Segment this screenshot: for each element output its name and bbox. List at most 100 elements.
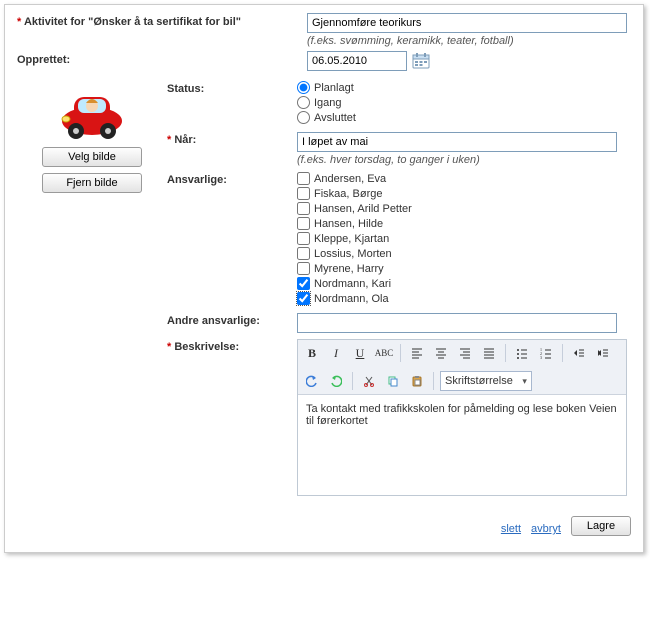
activity-row: * Aktivitet for "Ønsker å ta sertifikat …	[17, 13, 631, 47]
responsible-list: Andersen, Eva Fiskaa, Børge Hansen, Arild …	[297, 172, 631, 307]
other-responsible-value	[297, 313, 631, 333]
calendar-icon[interactable]	[412, 52, 430, 70]
activity-value-col: (f.eks. svømming, keramikk, teater, fotb…	[307, 13, 631, 47]
required-marker: *	[17, 16, 24, 28]
when-row: * Når: (f.eks. hver torsdag, to ganger i…	[167, 132, 631, 166]
form-column: Status: Planlagt Igang Avsluttet * Når: (f…	[167, 81, 631, 502]
save-button[interactable]: Lagre	[571, 516, 631, 536]
created-value-col	[307, 51, 631, 71]
status-options: Planlagt Igang Avsluttet	[297, 81, 631, 126]
when-hint: (f.eks. hver torsdag, to ganger i uken)	[297, 154, 631, 166]
delete-link[interactable]: slett	[501, 523, 521, 535]
activity-hint: (f.eks. svømming, keramikk, teater, fotb…	[307, 35, 631, 47]
responsible-item: Hansen, Hilde	[297, 217, 631, 230]
responsible-item: Lossius, Morten	[297, 247, 631, 260]
choose-image-button[interactable]: Velg bilde	[42, 147, 142, 167]
toolbar-separator	[505, 344, 506, 362]
when-label-text: Når:	[174, 134, 196, 146]
when-input[interactable]	[297, 132, 617, 152]
editor-body[interactable]: Ta kontakt med trafikkskolen for påmeldi…	[298, 395, 626, 495]
responsible-item: Nordmann, Kari	[297, 277, 631, 290]
created-row: Opprettet:	[17, 51, 631, 71]
image-column: Velg bilde Fjern bilde	[17, 81, 167, 502]
status-radio[interactable]	[297, 81, 310, 94]
responsible-item: Andersen, Eva	[297, 172, 631, 185]
activity-image	[52, 81, 132, 141]
align-left-button[interactable]	[407, 343, 427, 363]
cancel-link[interactable]: avbryt	[531, 523, 561, 535]
responsible-item: Myrene, Harry	[297, 262, 631, 275]
activity-form-panel: * Aktivitet for "Ønsker å ta sertifikat …	[4, 4, 644, 553]
responsible-checkbox[interactable]	[297, 217, 310, 230]
responsible-checkbox[interactable]	[297, 247, 310, 260]
status-radio[interactable]	[297, 111, 310, 124]
responsible-name: Andersen, Eva	[314, 173, 386, 185]
richtext-editor: B I U ABC 123	[297, 339, 627, 496]
status-radio[interactable]	[297, 96, 310, 109]
paste-button[interactable]	[407, 371, 427, 391]
number-list-button[interactable]: 123	[536, 343, 556, 363]
responsible-name: Myrene, Harry	[314, 263, 384, 275]
responsible-name: Fiskaa, Børge	[314, 188, 382, 200]
responsible-checkbox[interactable]	[297, 187, 310, 200]
svg-text:3: 3	[540, 355, 542, 359]
responsible-checkbox[interactable]	[297, 232, 310, 245]
italic-button[interactable]: I	[326, 343, 346, 363]
toolbar-separator	[433, 372, 434, 390]
when-label: * Når:	[167, 132, 297, 146]
activity-label: * Aktivitet for "Ønsker å ta sertifikat …	[17, 13, 307, 28]
responsible-item: Kleppe, Kjartan	[297, 232, 631, 245]
bold-button[interactable]: B	[302, 343, 322, 363]
status-option: Planlagt	[297, 81, 631, 94]
underline-button[interactable]: U	[350, 343, 370, 363]
responsible-checkbox[interactable]	[297, 292, 310, 305]
remove-image-button[interactable]: Fjern bilde	[42, 173, 142, 193]
status-label: Status:	[167, 81, 297, 95]
other-responsible-label: Andre ansvarlige:	[167, 313, 297, 327]
responsible-checkbox[interactable]	[297, 172, 310, 185]
toolbar-separator	[400, 344, 401, 362]
created-label: Opprettet:	[17, 51, 307, 66]
responsible-name: Hansen, Hilde	[314, 218, 383, 230]
indent-button[interactable]	[593, 343, 613, 363]
activity-input[interactable]	[307, 13, 627, 33]
strikethrough-button[interactable]: ABC	[374, 343, 394, 363]
undo-button[interactable]	[302, 371, 322, 391]
toolbar-separator	[562, 344, 563, 362]
bullet-list-button[interactable]	[512, 343, 532, 363]
status-option-label: Igang	[314, 97, 342, 109]
footer: slett avbryt Lagre	[17, 516, 631, 542]
redo-button[interactable]	[326, 371, 346, 391]
status-option-label: Avsluttet	[314, 112, 356, 124]
responsible-checkbox[interactable]	[297, 262, 310, 275]
responsible-checkbox[interactable]	[297, 277, 310, 290]
responsible-checkbox[interactable]	[297, 202, 310, 215]
align-justify-button[interactable]	[479, 343, 499, 363]
align-center-button[interactable]	[431, 343, 451, 363]
description-row: * Beskrivelse: B I U ABC	[167, 339, 631, 496]
description-label: * Beskrivelse:	[167, 339, 297, 353]
outdent-button[interactable]	[569, 343, 589, 363]
other-responsible-input[interactable]	[297, 313, 617, 333]
responsible-name: Nordmann, Ola	[314, 293, 389, 305]
copy-button[interactable]	[383, 371, 403, 391]
responsible-item: Fiskaa, Børge	[297, 187, 631, 200]
responsible-item: Nordmann, Ola	[297, 292, 631, 305]
fontsize-select[interactable]: Skriftstørrelse	[440, 371, 532, 391]
lower-area: Velg bilde Fjern bilde Status: Planlagt I…	[17, 81, 631, 502]
description-value: B I U ABC 123	[297, 339, 631, 496]
created-date-input[interactable]	[307, 51, 407, 71]
status-option: Avsluttet	[297, 111, 631, 124]
activity-label-text: Aktivitet for "Ønsker å ta sertifikat fo…	[24, 16, 241, 28]
responsible-name: Kleppe, Kjartan	[314, 233, 389, 245]
cut-button[interactable]	[359, 371, 379, 391]
description-label-text: Beskrivelse:	[174, 341, 239, 353]
toolbar-separator	[352, 372, 353, 390]
responsible-name: Hansen, Arild Petter	[314, 203, 412, 215]
status-row: Status: Planlagt Igang Avsluttet	[167, 81, 631, 126]
status-option: Igang	[297, 96, 631, 109]
responsible-name: Lossius, Morten	[314, 248, 392, 260]
align-right-button[interactable]	[455, 343, 475, 363]
other-responsible-row: Andre ansvarlige:	[167, 313, 631, 333]
when-value: (f.eks. hver torsdag, to ganger i uken)	[297, 132, 631, 166]
